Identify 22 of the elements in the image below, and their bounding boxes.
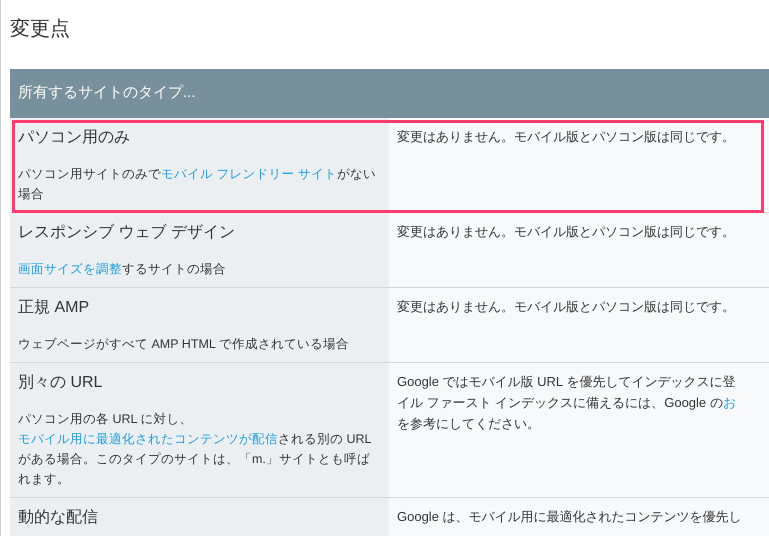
change-text: Google ではモバイル版 URL を優先してインデックスに登 <box>397 373 736 391</box>
change-text: イル ファースト インデックスに備えるには、Google のお <box>397 394 737 412</box>
text-link[interactable]: 画面サイズを調整 <box>18 262 122 276</box>
site-type-description: 画面サイズを調整するサイトの場合 <box>18 261 227 278</box>
change-text: 変更はありません。モバイル版とパソコン版は同じです。 <box>397 223 736 241</box>
page-title: 変更点 <box>9 17 71 42</box>
change-text: Google は、モバイル用に最適化されたコンテンツを優先し <box>397 508 743 526</box>
site-type-description: パソコン用の各 URL に対し、 モバイル用に最適化されたコンテンツが配信される別の URL がある場合。このタイプのサイトは、「m.」サイトとも呼ばれます。 <box>18 411 372 488</box>
site-type-title: レスポンシブ ウェブ デザイン <box>18 222 236 243</box>
text-link[interactable]: モバイル フレンドリー サイト <box>161 167 337 181</box>
text-link[interactable]: モバイル用に最適化されたコンテンツが配信 <box>18 432 278 446</box>
site-type-description: パソコン用サイトのみでモバイル フレンドリー サイト がない場合 <box>18 166 377 203</box>
change-text: を参考にしてください。 <box>397 415 541 433</box>
text-link[interactable]: お <box>722 395 736 410</box>
site-type-title: パソコン用のみ <box>18 128 131 148</box>
change-text: 変更はありません。モバイル版とパソコン版は同じです。 <box>397 128 736 146</box>
site-type-title: 別々の URL <box>18 373 104 393</box>
site-type-title: 動的な配信 <box>18 508 99 528</box>
site-type-description: ウェブページがすべて AMP HTML で作成されている場合 <box>18 336 350 353</box>
change-text: 変更はありません。モバイル版とパソコン版は同じです。 <box>397 298 736 316</box>
site-type-title: 正規 AMP <box>18 298 90 318</box>
table-header: 所有するサイトのタイプ... <box>10 69 769 118</box>
